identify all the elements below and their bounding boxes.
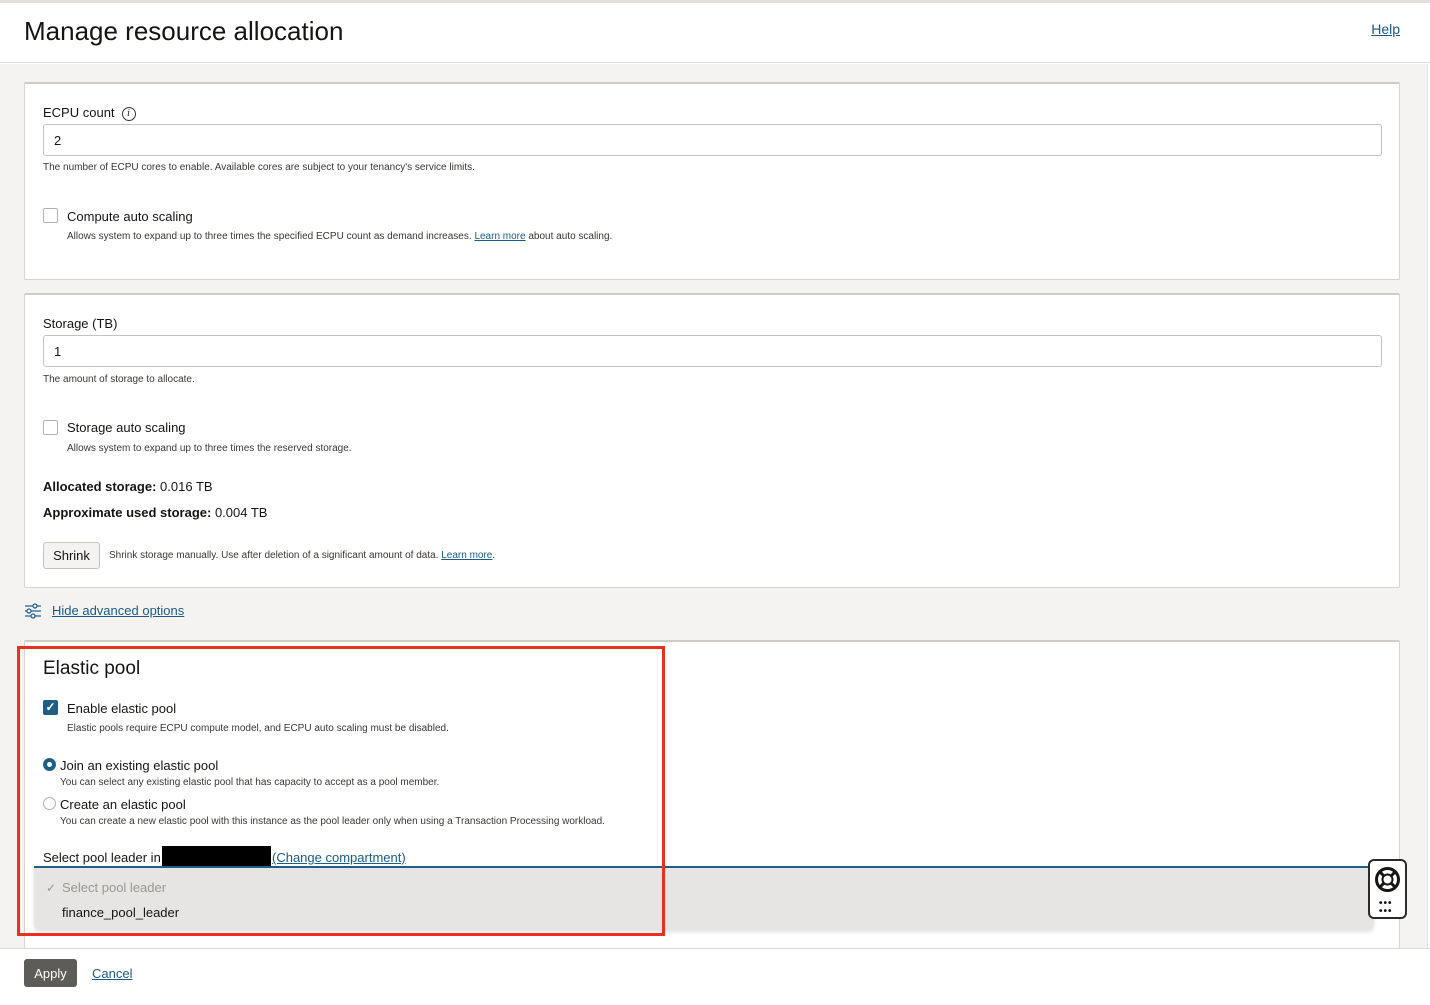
create-pool-label: Create an elastic pool	[60, 797, 186, 812]
storage-auto-scaling-label: Storage auto scaling	[67, 420, 186, 435]
used-storage: Approximate used storage: 0.004 TB	[43, 505, 267, 520]
join-existing-pool-hint: You can select any existing elastic pool…	[60, 777, 440, 788]
storage-hint: The amount of storage to allocate.	[43, 374, 195, 385]
join-existing-pool-label: Join an existing elastic pool	[60, 758, 219, 773]
apps-grid-icon: ••• •••	[1379, 898, 1393, 917]
ecpu-count-input[interactable]	[43, 124, 1382, 156]
shrink-hint-text: Shrink storage manually. Use after delet…	[109, 550, 439, 561]
page-header: Manage resource allocation Help	[0, 3, 1430, 63]
create-pool-hint: You can create a new elastic pool with t…	[60, 816, 605, 827]
redacted-compartment	[162, 846, 271, 868]
ecpu-label-row: ECPU count i	[43, 105, 136, 121]
compute-auto-scaling-label: Compute auto scaling	[67, 209, 193, 224]
form-canvas: ECPU count i The number of ECPU cores to …	[0, 64, 1428, 948]
join-existing-pool-radio[interactable]	[43, 758, 56, 771]
learn-more-auto-scaling-link[interactable]: Learn more	[474, 231, 525, 242]
storage-auto-scaling-hint: Allows system to expand up to three time…	[67, 443, 352, 454]
used-storage-value: 0.004 TB	[214, 505, 268, 520]
shrink-button[interactable]: Shrink	[43, 542, 100, 569]
compute-auto-scaling-checkbox[interactable]	[43, 208, 58, 223]
ecpu-hint: The number of ECPU cores to enable. Avai…	[43, 162, 475, 173]
learn-more-shrink-link[interactable]: Learn more	[441, 550, 492, 561]
cancel-link[interactable]: Cancel	[92, 966, 132, 981]
compute-auto-scaling-hint-tail: about auto scaling.	[528, 231, 613, 242]
help-link[interactable]: Help	[1371, 21, 1400, 37]
check-icon: ✓	[46, 881, 57, 895]
compute-auto-scaling-hint: Allows system to expand up to three time…	[67, 231, 612, 242]
shrink-hint: Shrink storage manually. Use after delet…	[109, 550, 496, 561]
footer-bar: Apply Cancel	[0, 948, 1430, 1005]
change-compartment-link[interactable]: (Change compartment)	[272, 850, 406, 865]
ecpu-label: ECPU count	[43, 105, 115, 120]
storage-auto-scaling-checkbox[interactable]	[43, 420, 58, 435]
allocated-storage: Allocated storage: 0.016 TB	[43, 479, 213, 494]
pool-leader-dropdown[interactable]: ✓ Select pool leader finance_pool_leader	[34, 866, 1374, 930]
help-widget[interactable]: ••• •••	[1368, 859, 1407, 919]
sliders-icon	[25, 603, 41, 619]
storage-input[interactable]	[43, 335, 1382, 367]
enable-elastic-pool-hint: Elastic pools require ECPU compute model…	[67, 723, 449, 734]
page-title: Manage resource allocation	[24, 16, 344, 46]
dropdown-option-finance-pool-leader[interactable]: finance_pool_leader	[62, 905, 179, 920]
used-storage-label: Approximate used storage:	[43, 505, 212, 520]
allocated-storage-value: 0.016 TB	[160, 479, 213, 494]
apply-button[interactable]: Apply	[24, 959, 77, 987]
compute-auto-scaling-hint-text: Allows system to expand up to three time…	[67, 231, 472, 242]
info-icon[interactable]: i	[121, 107, 136, 121]
storage-label: Storage (TB)	[43, 316, 118, 331]
create-pool-radio[interactable]	[43, 797, 56, 810]
enable-elastic-pool-checkbox[interactable]: ✓	[43, 700, 58, 715]
dropdown-placeholder-option[interactable]: Select pool leader	[62, 880, 166, 895]
allocated-storage-label: Allocated storage:	[43, 479, 157, 494]
hide-advanced-options-link[interactable]: Hide advanced options	[52, 603, 184, 618]
ecpu-panel: ECPU count i The number of ECPU cores to …	[24, 82, 1400, 280]
lifebuoy-icon	[1375, 867, 1400, 892]
storage-panel: Storage (TB) The amount of storage to al…	[24, 293, 1400, 588]
pool-leader-label: Select pool leader in	[43, 850, 161, 865]
enable-elastic-pool-label: Enable elastic pool	[67, 701, 177, 716]
elastic-pool-title: Elastic pool	[43, 658, 141, 679]
